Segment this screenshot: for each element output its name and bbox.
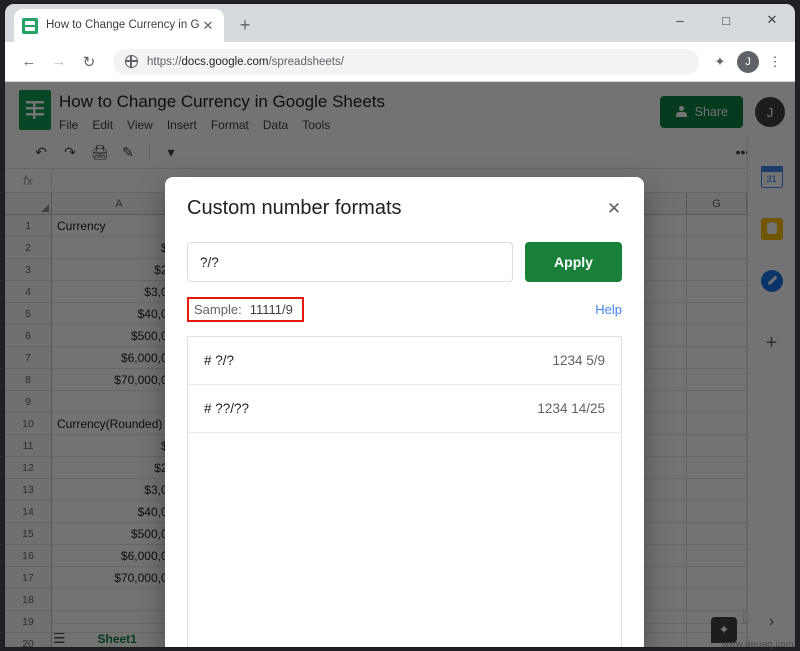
format-preview: 1234 5/9 [552,353,605,368]
globe-icon [124,54,138,68]
window-controls: – □ ✕ [657,4,795,42]
url-host: docs.google.com [181,55,269,68]
tab-title: How to Change Currency in Goo [46,19,200,31]
back-icon[interactable]: ← [15,48,43,76]
apply-button[interactable]: Apply [525,242,622,282]
maximize-icon[interactable]: □ [703,4,749,36]
browser-window: How to Change Currency in Goo ✕ + – □ ✕ … [5,4,795,647]
url-text: https://docs.google.com/spreadsheets/ [147,56,344,68]
page-viewport: How to Change Currency in Google Sheets … [5,82,795,647]
custom-number-formats-dialog: Custom number formats ✕ Apply Sample: 11… [165,177,644,647]
screen: How to Change Currency in Goo ✕ + – □ ✕ … [0,0,800,651]
sample-value: 11111/9 [249,301,293,317]
format-list-item[interactable]: # ?/? 1234 5/9 [188,337,621,385]
close-icon[interactable]: ✕ [200,18,216,34]
profile-avatar[interactable]: J [737,50,759,73]
sample-row: Sample: 11111/9 Help [187,296,622,322]
url-scheme: https:// [147,55,182,68]
tab-strip: How to Change Currency in Goo ✕ + – □ ✕ [5,4,795,42]
sample-label: Sample: [194,301,242,317]
format-code: # ??/?? [204,401,250,416]
minimize-icon[interactable]: – [657,4,703,36]
google-sheets-favicon [22,17,38,34]
window-close-icon[interactable]: ✕ [749,4,795,36]
format-entry-row: Apply [187,242,622,282]
format-preview: 1234 14/25 [537,401,605,416]
help-link[interactable]: Help [595,302,622,317]
browser-tab[interactable]: How to Change Currency in Goo ✕ [14,9,224,42]
forward-icon[interactable]: → [45,48,73,76]
dialog-close-icon[interactable]: ✕ [602,197,626,221]
dialog-title: Custom number formats [187,197,402,219]
custom-format-input[interactable] [187,242,513,282]
format-list-item[interactable]: # ??/?? 1234 14/25 [188,385,621,433]
omnibox-row: ← → ↻ https://docs.google.com/spreadshee… [5,42,795,82]
new-tab-button[interactable]: + [233,14,257,38]
format-code: # ?/? [204,353,235,368]
sample-highlight-box: Sample: 11111/9 [187,296,304,322]
address-bar[interactable]: https://docs.google.com/spreadsheets/ [113,48,699,75]
watermark: www.deuaq.com [721,639,794,650]
extensions-icon[interactable]: ✦ [709,54,731,70]
url-path: /spreadsheets/ [268,55,344,68]
reload-icon[interactable]: ↻ [75,48,103,76]
format-suggestion-list: # ?/? 1234 5/9 # ??/?? 1234 14/25 [187,336,622,647]
browser-menu-icon[interactable]: ⋮ [765,54,785,70]
